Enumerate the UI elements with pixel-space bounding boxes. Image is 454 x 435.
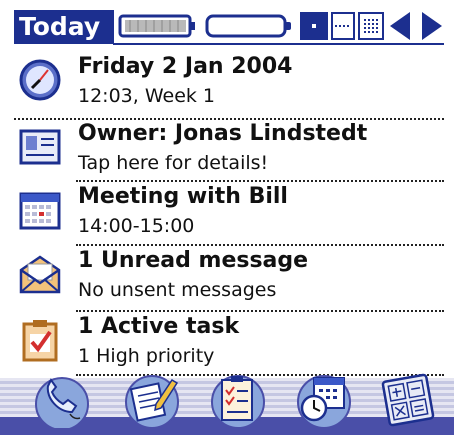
- list-item-messages[interactable]: 1 Unread message No unsent messages: [0, 244, 454, 310]
- unsent-message-text: No unsent messages: [78, 279, 277, 301]
- high-priority-text: 1 High priority: [78, 345, 215, 367]
- today-tab[interactable]: Today: [14, 10, 114, 44]
- app-launcher-bar: [0, 373, 454, 435]
- view-mode-dot-button[interactable]: [300, 12, 328, 40]
- notes-icon[interactable]: [122, 368, 182, 428]
- contact-card-icon: [19, 129, 61, 165]
- list-item-meeting[interactable]: Meeting with Bill 14:00-15:00: [0, 180, 454, 246]
- view-mode-dash-button[interactable]: [331, 12, 355, 40]
- phone-icon[interactable]: [32, 368, 92, 428]
- list-item-owner[interactable]: Owner: Jonas Lindstedt Tap here for deta…: [0, 117, 454, 183]
- calendar-clock-icon[interactable]: [294, 368, 354, 428]
- unread-message-text: 1 Unread message: [78, 248, 309, 273]
- next-arrow-icon[interactable]: [422, 12, 442, 40]
- list-item-tasks[interactable]: 1 Active task 1 High priority: [0, 310, 454, 376]
- meeting-time-text: 14:00-15:00: [78, 215, 195, 237]
- tasks-icon[interactable]: [208, 368, 268, 428]
- title-bar: Today: [0, 0, 454, 48]
- owner-text: Owner: Jonas Lindstedt: [78, 121, 368, 146]
- memory-icon[interactable]: [205, 13, 295, 39]
- active-task-text: 1 Active task: [78, 314, 240, 339]
- battery-icon[interactable]: [118, 13, 198, 39]
- time-week-text: 12:03, Week 1: [78, 85, 216, 107]
- header-divider: [113, 43, 444, 45]
- list-item-date[interactable]: Friday 2 Jan 2004 12:03, Week 1: [0, 50, 454, 116]
- calculator-icon[interactable]: [378, 368, 438, 428]
- previous-arrow-icon[interactable]: [390, 12, 410, 40]
- clipboard-task-icon: [22, 320, 58, 362]
- owner-details-text: Tap here for details!: [78, 152, 269, 174]
- clock-icon: [19, 59, 61, 101]
- date-text: Friday 2 Jan 2004: [78, 54, 293, 79]
- envelope-icon: [19, 255, 61, 294]
- meeting-title-text: Meeting with Bill: [78, 184, 288, 209]
- view-mode-grid-button[interactable]: [358, 12, 384, 40]
- calendar-icon: [19, 192, 61, 230]
